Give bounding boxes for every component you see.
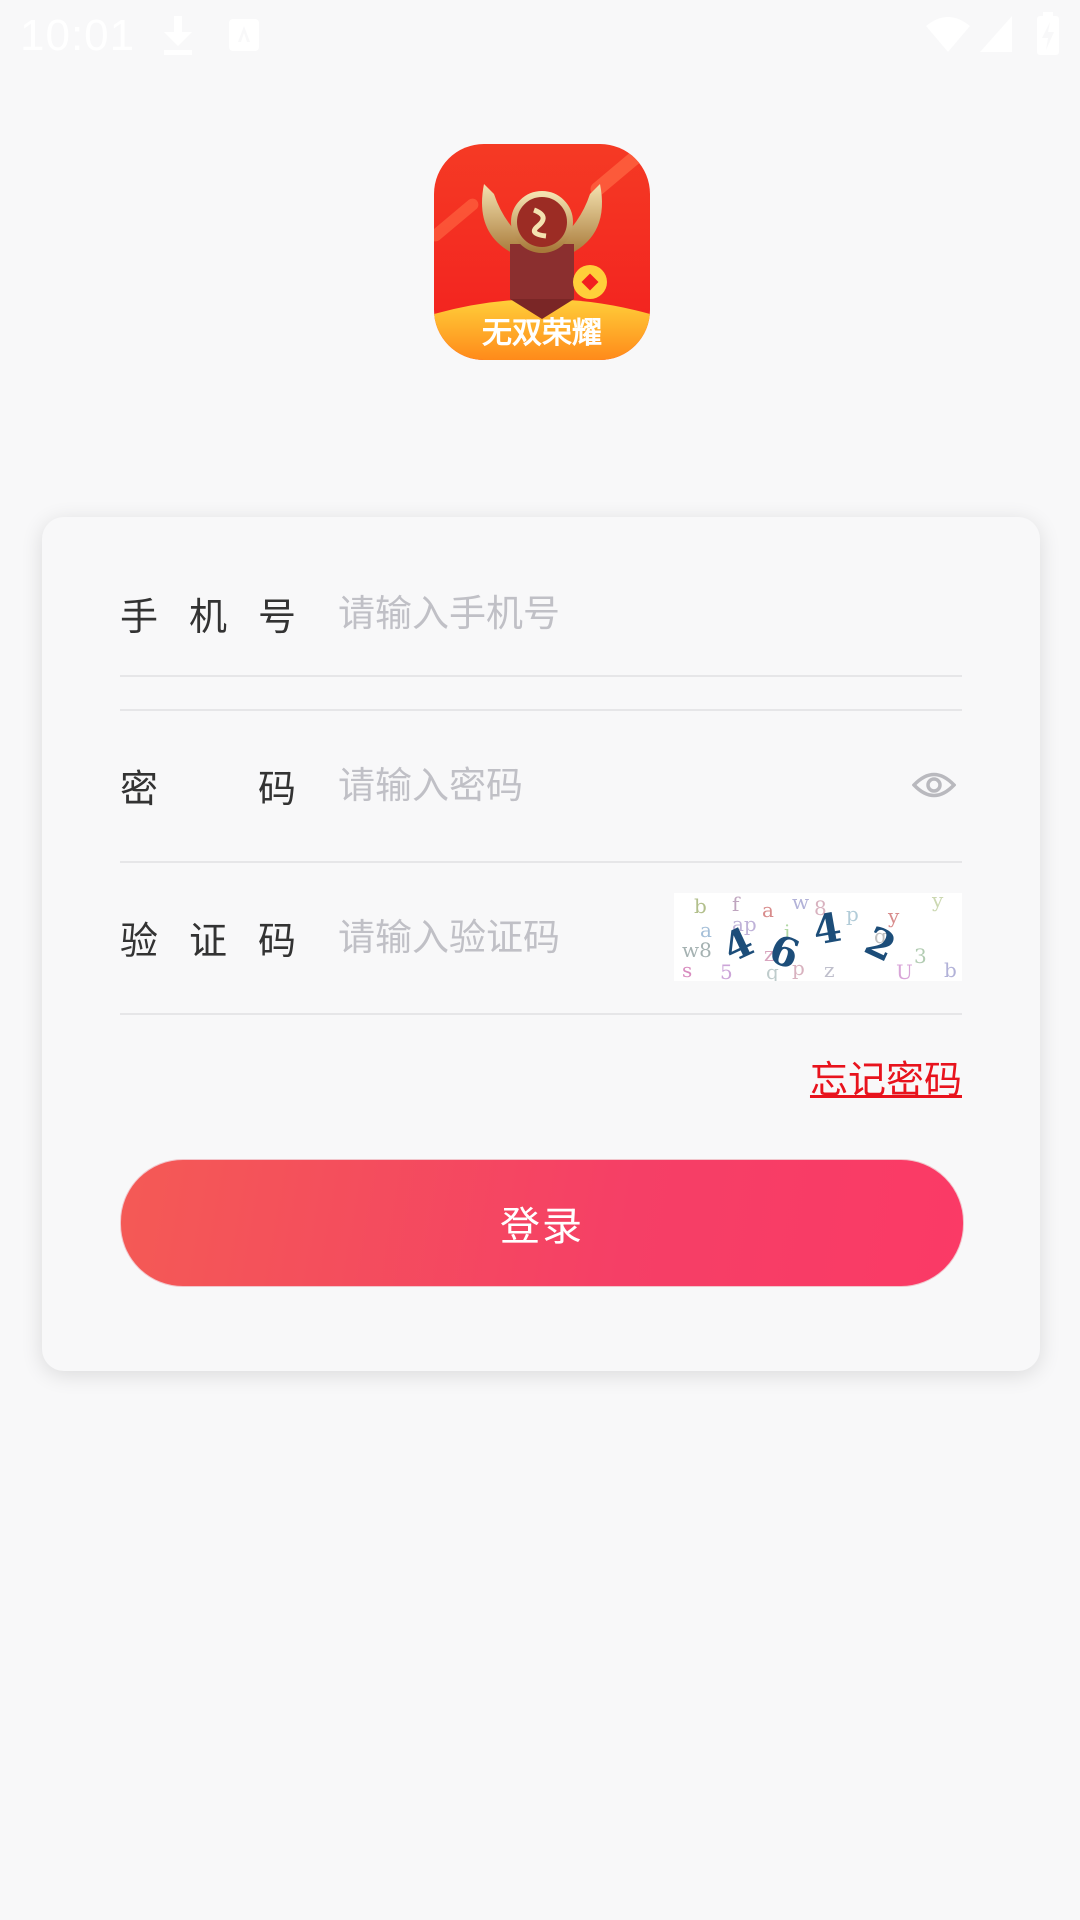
status-bar: 10:01 [0,0,1080,72]
battery-charging-icon [1037,12,1059,55]
password-visibility-toggle[interactable] [906,757,962,813]
password-input[interactable] [338,755,878,815]
eye-icon [912,772,956,798]
svg-text:a: a [762,898,774,922]
svg-text:U: U [896,960,913,981]
app-logo-text: 无双荣耀 [482,316,602,351]
captcha-label: 验 证 码 [120,918,296,963]
login-card: 手 机 号 密 码 验 证 码 b [42,517,1040,1371]
forgot-password-link[interactable]: 忘记密码 [810,1049,962,1104]
captcha-image[interactable]: b f a w 8 p y y a ap i q w8 z 3 s 5 q p … [674,893,962,981]
password-row: 密 码 [120,709,962,863]
phone-label: 手 机 号 [120,594,296,639]
app-logo: 无双荣耀 [434,144,650,360]
download-icon [164,16,192,55]
captcha-row: 验 证 码 b f a w 8 p y y a ap i q [120,861,962,1015]
signal-icon [980,16,1012,52]
wifi-icon [926,17,970,52]
svg-text:3: 3 [914,944,927,968]
phone-row: 手 机 号 [120,517,962,711]
status-time: 10:01 [20,11,136,60]
svg-text:b: b [694,894,707,918]
svg-text:b: b [944,958,957,981]
password-label: 密 码 [120,766,296,811]
svg-text:s: s [682,958,692,981]
svg-text:z: z [824,958,835,981]
login-button[interactable]: 登录 [120,1159,964,1287]
svg-text:4: 4 [809,904,845,955]
captcha-input[interactable] [338,907,668,967]
svg-text:y: y [931,893,944,912]
keyboard-icon [229,19,259,51]
phone-input[interactable] [338,583,898,643]
svg-text:w: w [792,893,809,914]
svg-text:p: p [846,902,859,926]
